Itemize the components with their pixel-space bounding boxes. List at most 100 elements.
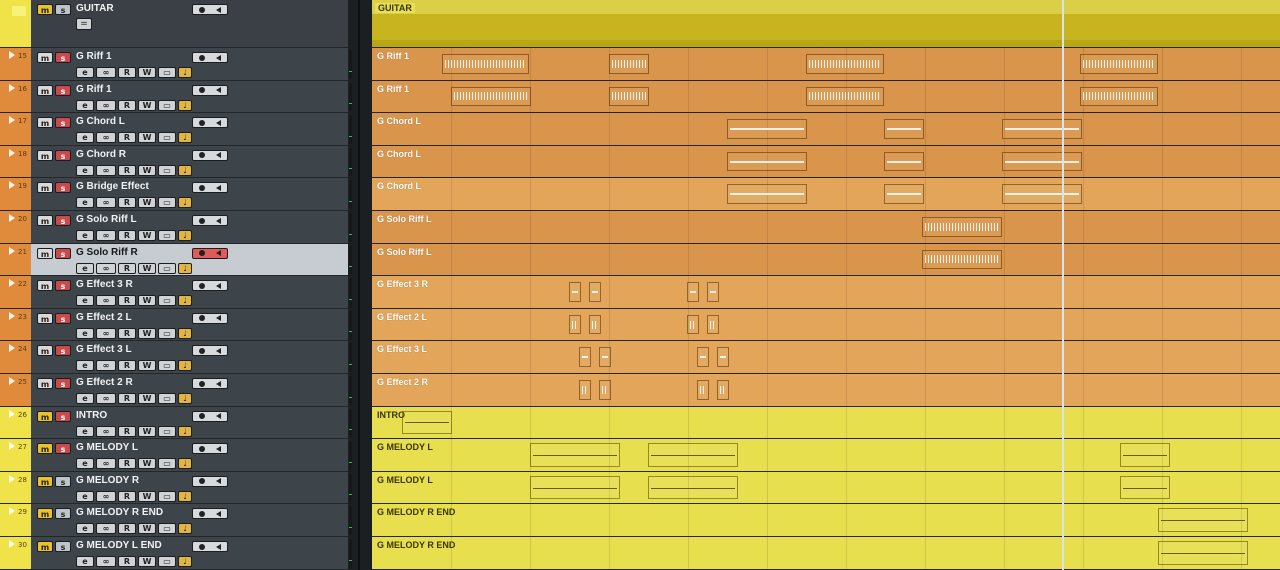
solo-button[interactable]: s xyxy=(55,312,71,324)
edit-icon[interactable]: e xyxy=(76,67,94,78)
expand-arrow-icon[interactable] xyxy=(9,116,15,125)
track-name[interactable]: G Effect 2 R xyxy=(76,377,133,388)
speaker-icon[interactable] xyxy=(216,119,222,126)
read-button[interactable]: R xyxy=(118,556,136,567)
mute-button[interactable]: m xyxy=(37,52,53,63)
record-icon[interactable] xyxy=(198,282,205,289)
lanes-icon[interactable]: ▭ xyxy=(158,262,176,274)
event-lane[interactable]: G Effect 3 R xyxy=(372,276,1280,309)
expand-arrow-icon[interactable] xyxy=(9,214,15,222)
musical-note-icon[interactable]: ♩ xyxy=(178,360,192,372)
record-icon[interactable] xyxy=(198,380,205,387)
audio-event[interactable] xyxy=(922,217,1002,237)
audio-event[interactable] xyxy=(717,380,729,400)
audio-event[interactable] xyxy=(707,282,719,302)
write-button[interactable]: W xyxy=(138,164,156,176)
speaker-icon[interactable] xyxy=(216,250,222,257)
track-row[interactable]: 16 m s G Riff 1 e ∞ R W ▭ ♩ xyxy=(0,80,348,114)
project-cursor[interactable] xyxy=(1062,0,1064,570)
audio-event[interactable] xyxy=(609,54,649,74)
link-icon[interactable]: ∞ xyxy=(96,67,116,78)
solo-button[interactable]: s xyxy=(55,378,71,389)
expand-arrow-icon[interactable] xyxy=(9,148,15,157)
solo-button[interactable]: s xyxy=(55,475,71,487)
speaker-icon[interactable] xyxy=(216,413,222,420)
link-icon[interactable]: ∞ xyxy=(96,99,116,111)
lanes-icon[interactable]: ▭ xyxy=(158,523,176,535)
event-lane[interactable]: G MELODY L xyxy=(372,439,1280,472)
track-row[interactable]: 26 m s INTRO e ∞ R W ▭ ♩ xyxy=(0,406,348,440)
write-button[interactable]: W xyxy=(138,262,156,274)
lanes-icon[interactable]: ▭ xyxy=(158,197,176,209)
event-lane[interactable]: G Chord L xyxy=(372,178,1280,211)
mute-button[interactable]: m xyxy=(37,4,53,15)
record-icon[interactable] xyxy=(198,152,205,159)
read-button[interactable]: R xyxy=(118,67,136,78)
link-icon[interactable]: ∞ xyxy=(96,197,116,209)
solo-button[interactable]: s xyxy=(55,84,71,96)
edit-icon[interactable]: e xyxy=(76,393,94,404)
link-icon[interactable]: ∞ xyxy=(96,164,116,176)
track-row[interactable]: 19 m s G Bridge Effect e ∞ R W ▭ ♩ xyxy=(0,178,348,211)
speaker-icon[interactable] xyxy=(216,478,222,485)
audio-event[interactable] xyxy=(697,380,709,400)
read-button[interactable]: R xyxy=(118,458,136,470)
track-row[interactable]: 18 m s G Chord R e ∞ R W ▭ ♩ xyxy=(0,145,348,179)
read-button[interactable]: R xyxy=(118,230,136,241)
record-icon[interactable] xyxy=(198,87,205,94)
expand-arrow-icon[interactable] xyxy=(9,540,15,548)
lanes-icon[interactable]: ▭ xyxy=(158,230,176,241)
speaker-icon[interactable] xyxy=(216,152,222,159)
solo-button[interactable]: s xyxy=(55,182,71,194)
speaker-icon[interactable] xyxy=(216,445,222,452)
musical-note-icon[interactable]: ♩ xyxy=(178,523,192,535)
track-name[interactable]: INTRO xyxy=(76,410,107,421)
speaker-icon[interactable] xyxy=(216,510,222,517)
track-row[interactable]: 22 m s G Effect 3 R e ∞ R W ▭ ♩ xyxy=(0,276,348,309)
write-button[interactable]: W xyxy=(138,458,156,470)
record-icon[interactable] xyxy=(198,510,205,517)
link-icon[interactable]: ∞ xyxy=(96,556,116,567)
audio-event[interactable] xyxy=(579,347,591,367)
event-lane[interactable]: G Chord L xyxy=(372,145,1280,179)
edit-icon[interactable]: e xyxy=(76,164,94,176)
read-button[interactable]: R xyxy=(118,327,136,339)
edit-icon[interactable]: e xyxy=(76,295,94,307)
audio-event[interactable] xyxy=(569,282,581,302)
expand-arrow-icon[interactable] xyxy=(9,246,15,255)
mute-button[interactable]: m xyxy=(37,117,53,129)
event-lane[interactable]: G MELODY R END xyxy=(372,537,1280,570)
audio-event[interactable] xyxy=(1120,443,1170,467)
audio-event[interactable] xyxy=(1080,54,1158,74)
event-lane[interactable]: G MELODY L xyxy=(372,471,1280,505)
track-name[interactable]: G MELODY L END xyxy=(76,540,162,551)
record-icon[interactable] xyxy=(198,445,205,452)
audio-event[interactable] xyxy=(1002,119,1082,139)
lanes-icon[interactable]: ▭ xyxy=(158,164,176,176)
folder-lane-guitar[interactable]: GUITAR xyxy=(372,0,1280,48)
solo-button[interactable]: s xyxy=(55,117,71,129)
event-lane[interactable]: G Riff 1 xyxy=(372,48,1280,81)
mute-button[interactable]: m xyxy=(37,149,53,161)
edit-icon[interactable]: e xyxy=(76,490,94,502)
edit-icon[interactable]: e xyxy=(76,360,94,372)
mute-button[interactable]: m xyxy=(37,410,53,422)
musical-note-icon[interactable]: ♩ xyxy=(178,425,192,437)
audio-event[interactable] xyxy=(530,443,620,467)
musical-note-icon[interactable]: ♩ xyxy=(178,556,192,567)
track-name[interactable]: G Effect 2 L xyxy=(76,312,132,323)
speaker-icon[interactable] xyxy=(216,315,222,322)
mute-button[interactable]: m xyxy=(37,182,53,194)
event-lane[interactable]: G Effect 2 R xyxy=(372,374,1280,407)
audio-event[interactable] xyxy=(451,86,531,107)
expand-arrow-icon[interactable] xyxy=(9,344,15,353)
folder-track-guitar[interactable]: m s GUITAR = xyxy=(0,0,348,48)
track-row[interactable]: 28 m s G MELODY R e ∞ R W ▭ ♩ xyxy=(0,471,348,505)
audio-event[interactable] xyxy=(806,54,884,74)
mute-button[interactable]: m xyxy=(37,443,53,455)
event-lane[interactable]: G Chord L xyxy=(372,113,1280,146)
musical-note-icon[interactable]: ♩ xyxy=(178,99,192,111)
track-name[interactable]: G MELODY R xyxy=(76,475,139,486)
audio-event[interactable] xyxy=(697,347,709,367)
audio-event[interactable] xyxy=(1120,475,1170,500)
